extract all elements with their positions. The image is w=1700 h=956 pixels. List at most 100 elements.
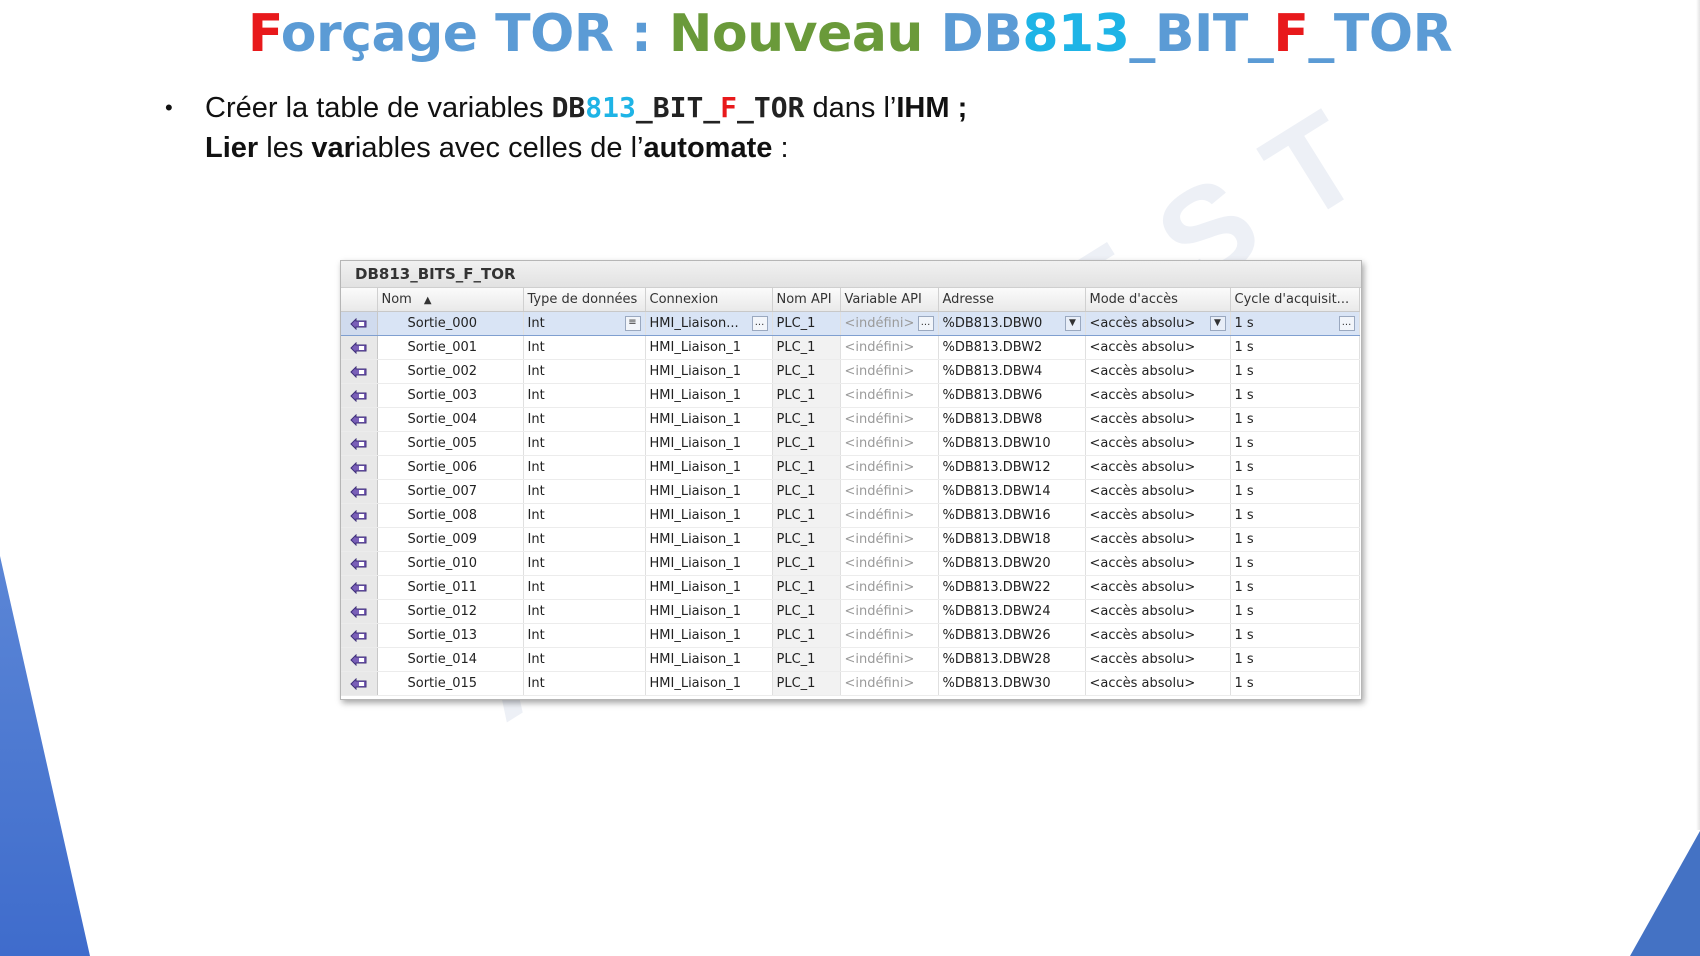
cell-cycle[interactable]: 1 s [1230, 359, 1360, 384]
row-handle[interactable] [341, 623, 378, 648]
cell-cycle[interactable]: 1 s... [1230, 311, 1360, 336]
row-handle[interactable] [341, 527, 378, 552]
cell-cycle[interactable]: 1 s [1230, 383, 1360, 408]
column-header-adresse[interactable]: Adresse [938, 288, 1086, 312]
table-row-selected[interactable]: Sortie_000 Int ≡ HMI_Liaison...... PLC_1 … [341, 311, 1360, 336]
cell-nom[interactable]: Sortie_009 [377, 527, 524, 552]
cell-connexion[interactable]: HMI_Liaison_1 [645, 527, 773, 552]
cell-mode[interactable]: <accès absolu> [1085, 503, 1231, 528]
cell-variable-api[interactable]: <indéfini> [840, 647, 939, 672]
cell-nom[interactable]: Sortie_003 [377, 383, 524, 408]
table-row[interactable]: Sortie_003 Int HMI_Liaison_1 PLC_1 <indéfini… [341, 383, 1360, 408]
cell-nom[interactable]: Sortie_007 [377, 479, 524, 504]
row-handle[interactable] [341, 503, 378, 528]
cell-variable-api[interactable]: <indéfini> [840, 503, 939, 528]
cell-nom-api[interactable]: PLC_1 [772, 479, 841, 504]
cell-cycle[interactable]: 1 s [1230, 599, 1360, 624]
row-handle[interactable] [341, 599, 378, 624]
cell-mode[interactable]: <accès absolu> [1085, 527, 1231, 552]
cell-nom-api[interactable]: PLC_1 [772, 671, 841, 696]
cell-variable-api[interactable]: <indéfini> [840, 359, 939, 384]
cell-cycle[interactable]: 1 s [1230, 623, 1360, 648]
cell-adresse[interactable]: %DB813.DBW16 [938, 503, 1086, 528]
row-handle[interactable] [341, 359, 378, 384]
connection-browse-button[interactable]: ... [751, 316, 768, 331]
cell-type[interactable]: Int [523, 479, 646, 504]
row-handle[interactable] [341, 551, 378, 576]
table-row[interactable]: Sortie_009 Int HMI_Liaison_1 PLC_1 <indéfini… [341, 527, 1360, 552]
cell-nom[interactable]: Sortie_005 [377, 431, 524, 456]
cell-adresse[interactable]: %DB813.DBW10 [938, 431, 1086, 456]
cell-type[interactable]: Int [523, 503, 646, 528]
cell-variable-api[interactable]: <indéfini> [840, 407, 939, 432]
cell-adresse[interactable]: %DB813.DBW0 ▼ [938, 311, 1086, 336]
cell-mode[interactable]: <accès absolu> [1085, 479, 1231, 504]
cell-variable-api[interactable]: <indéfini> [840, 623, 939, 648]
cell-type[interactable]: Int [523, 623, 646, 648]
cell-variable-api[interactable]: <indéfini> [840, 671, 939, 696]
cell-adresse[interactable]: %DB813.DBW2 [938, 335, 1086, 360]
plc-variable-browse-button[interactable]: ... [917, 316, 934, 331]
cell-cycle[interactable]: 1 s [1230, 647, 1360, 672]
cell-mode[interactable]: <accès absolu> [1085, 431, 1231, 456]
row-handle[interactable] [341, 575, 378, 600]
cell-variable-api[interactable]: <indéfini> [840, 335, 939, 360]
cell-connexion[interactable]: HMI_Liaison_1 [645, 575, 773, 600]
cell-cycle[interactable]: 1 s [1230, 671, 1360, 696]
table-row[interactable]: Sortie_008 Int HMI_Liaison_1 PLC_1 <indéfini… [341, 503, 1360, 528]
cell-adresse[interactable]: %DB813.DBW18 [938, 527, 1086, 552]
table-row[interactable]: Sortie_007 Int HMI_Liaison_1 PLC_1 <indéfini… [341, 479, 1360, 504]
cell-nom-api[interactable]: PLC_1 [772, 359, 841, 384]
cell-adresse[interactable]: %DB813.DBW4 [938, 359, 1086, 384]
cell-connexion[interactable]: HMI_Liaison_1 [645, 407, 773, 432]
cell-nom-api[interactable]: PLC_1 [772, 527, 841, 552]
row-handle[interactable] [341, 431, 378, 456]
cell-connexion[interactable]: HMI_Liaison_1 [645, 359, 773, 384]
cell-connexion[interactable]: HMI_Liaison_1 [645, 431, 773, 456]
cell-adresse[interactable]: %DB813.DBW14 [938, 479, 1086, 504]
cell-nom[interactable]: Sortie_014 [377, 647, 524, 672]
cell-type[interactable]: Int [523, 671, 646, 696]
cell-connexion[interactable]: HMI_Liaison_1 [645, 455, 773, 480]
cell-nom[interactable]: Sortie_012 [377, 599, 524, 624]
cell-nom[interactable]: Sortie_008 [377, 503, 524, 528]
cell-nom-api[interactable]: PLC_1 [772, 335, 841, 360]
column-header-nom-api[interactable]: Nom API [772, 288, 841, 312]
table-row[interactable]: Sortie_011 Int HMI_Liaison_1 PLC_1 <indéfini… [341, 575, 1360, 600]
table-row[interactable]: Sortie_010 Int HMI_Liaison_1 PLC_1 <indéfini… [341, 551, 1360, 576]
cell-type[interactable]: Int [523, 455, 646, 480]
table-row[interactable]: Sortie_014 Int HMI_Liaison_1 PLC_1 <indéfini… [341, 647, 1360, 672]
table-row[interactable]: Sortie_005 Int HMI_Liaison_1 PLC_1 <indéfini… [341, 431, 1360, 456]
cell-cycle[interactable]: 1 s [1230, 551, 1360, 576]
cell-adresse[interactable]: %DB813.DBW24 [938, 599, 1086, 624]
table-row[interactable]: Sortie_004 Int HMI_Liaison_1 PLC_1 <indéfini… [341, 407, 1360, 432]
cell-type[interactable]: Int ≡ [523, 311, 646, 336]
column-header-connexion[interactable]: Connexion [645, 288, 773, 312]
cell-connexion[interactable]: HMI_Liaison_1 [645, 671, 773, 696]
cell-adresse[interactable]: %DB813.DBW22 [938, 575, 1086, 600]
cell-mode[interactable]: <accès absolu> ▼ [1085, 311, 1231, 336]
cell-variable-api[interactable]: <indéfini> [840, 383, 939, 408]
cell-mode[interactable]: <accès absolu> [1085, 455, 1231, 480]
cell-nom-api[interactable]: PLC_1 [772, 575, 841, 600]
cell-adresse[interactable]: %DB813.DBW28 [938, 647, 1086, 672]
cell-nom-api[interactable]: PLC_1 [772, 383, 841, 408]
cell-cycle[interactable]: 1 s [1230, 575, 1360, 600]
cell-variable-api[interactable]: <indéfini> [840, 527, 939, 552]
column-header-variable-api[interactable]: Variable API [840, 288, 939, 312]
cell-connexion[interactable]: HMI_Liaison_1 [645, 383, 773, 408]
cell-nom-api[interactable]: PLC_1 [772, 599, 841, 624]
cell-connexion[interactable]: HMI_Liaison_1 [645, 599, 773, 624]
row-handle[interactable] [341, 335, 378, 360]
cell-nom-api[interactable]: PLC_1 [772, 311, 841, 336]
cycle-browse-button[interactable]: ... [1338, 316, 1355, 331]
cell-cycle[interactable]: 1 s [1230, 455, 1360, 480]
table-row[interactable]: Sortie_002 Int HMI_Liaison_1 PLC_1 <indéfini… [341, 359, 1360, 384]
cell-nom-api[interactable]: PLC_1 [772, 623, 841, 648]
cell-nom[interactable]: Sortie_004 [377, 407, 524, 432]
cell-mode[interactable]: <accès absolu> [1085, 575, 1231, 600]
cell-connexion[interactable]: HMI_Liaison_1 [645, 479, 773, 504]
cell-mode[interactable]: <accès absolu> [1085, 407, 1231, 432]
cell-variable-api[interactable]: <indéfini> [840, 455, 939, 480]
row-handle[interactable] [341, 311, 378, 336]
